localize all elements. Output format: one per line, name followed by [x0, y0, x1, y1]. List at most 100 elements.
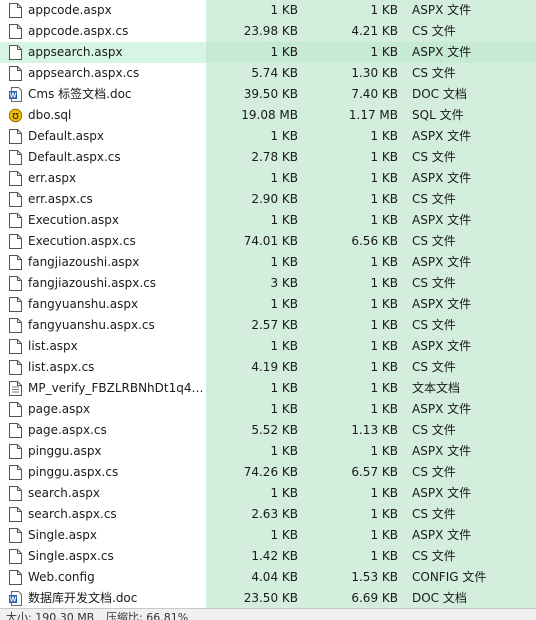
file-name: search.aspx — [28, 486, 100, 500]
packed-size: 1 KB — [370, 171, 398, 185]
packed-size: 1 KB — [370, 213, 398, 227]
file-size: 1 KB — [270, 486, 298, 500]
file-name: appsearch.aspx.cs — [28, 66, 140, 80]
packed-size: 1.30 KB — [351, 66, 398, 80]
file-row[interactable]: Web.config 4.04 KB 1.53 KB CONFIG 文件 — [0, 567, 536, 588]
name-cell: MP_verify_FBZLRBNhDt1q4Li... — [0, 378, 206, 399]
file-row[interactable]: search.aspx 1 KB 1 KB ASPX 文件 — [0, 483, 536, 504]
file-row[interactable]: MP_verify_FBZLRBNhDt1q4Li... 1 KB 1 KB 文本文档 — [0, 378, 536, 399]
file-name: Cms 标签文档.doc — [28, 87, 132, 101]
file-type: SQL 文件 — [412, 108, 464, 122]
file-size: 23.50 KB — [243, 591, 298, 605]
file-type: ASPX 文件 — [412, 528, 472, 542]
packed-size: 1 KB — [370, 507, 398, 521]
file-name: MP_verify_FBZLRBNhDt1q4Li... — [28, 381, 204, 395]
file-icon — [9, 465, 22, 480]
file-icon — [9, 570, 22, 585]
file-icon — [9, 360, 22, 375]
packed-size: 1 KB — [370, 360, 398, 374]
packed-size: 1 KB — [370, 276, 398, 290]
file-name: Default.aspx — [28, 129, 104, 143]
file-size: 2.90 KB — [251, 192, 298, 206]
file-size: 2.57 KB — [251, 318, 298, 332]
file-list: appcode.aspx 1 KB 1 KB ASPX 文件 appcode.aspx.… — [0, 0, 536, 609]
file-type: ASPX 文件 — [412, 129, 472, 143]
file-type: ASPX 文件 — [412, 45, 472, 59]
file-row[interactable]: pinggu.aspx 1 KB 1 KB ASPX 文件 — [0, 441, 536, 462]
file-size: 3 KB — [270, 276, 298, 290]
packed-size: 1 KB — [370, 255, 398, 269]
file-row[interactable]: fangjiazoushi.aspx 1 KB 1 KB ASPX 文件 — [0, 252, 536, 273]
file-type: ASPX 文件 — [412, 3, 472, 17]
file-size: 1 KB — [270, 339, 298, 353]
packed-size: 1 KB — [370, 549, 398, 563]
file-row[interactable]: page.aspx.cs 5.52 KB 1.13 KB CS 文件 — [0, 420, 536, 441]
name-cell: appsearch.aspx — [0, 42, 206, 63]
file-row[interactable]: Ʊdbo.sql 19.08 MB 1.17 MB SQL 文件 — [0, 105, 536, 126]
packed-size: 1 KB — [370, 318, 398, 332]
name-cell: err.aspx.cs — [0, 189, 206, 210]
packed-size: 1 KB — [370, 297, 398, 311]
file-type: DOC 文档 — [412, 591, 467, 605]
packed-size: 1 KB — [370, 339, 398, 353]
file-size: 4.04 KB — [251, 570, 298, 584]
file-row[interactable]: appsearch.aspx 1 KB 1 KB ASPX 文件 — [0, 42, 536, 63]
name-cell: Ʊdbo.sql — [0, 105, 206, 126]
file-row[interactable]: pinggu.aspx.cs 74.26 KB 6.57 KB CS 文件 — [0, 462, 536, 483]
file-name: appcode.aspx.cs — [28, 24, 129, 38]
file-row[interactable]: appsearch.aspx.cs 5.74 KB 1.30 KB CS 文件 — [0, 63, 536, 84]
file-row[interactable]: Default.aspx.cs 2.78 KB 1 KB CS 文件 — [0, 147, 536, 168]
file-row[interactable]: fangyuanshu.aspx.cs 2.57 KB 1 KB CS 文件 — [0, 315, 536, 336]
file-size: 1 KB — [270, 3, 298, 17]
name-cell: fangyuanshu.aspx — [0, 294, 206, 315]
file-size: 4.19 KB — [251, 360, 298, 374]
file-name: pinggu.aspx — [28, 444, 102, 458]
name-cell: pinggu.aspx — [0, 441, 206, 462]
file-row[interactable]: Default.aspx 1 KB 1 KB ASPX 文件 — [0, 126, 536, 147]
file-size: 2.63 KB — [251, 507, 298, 521]
file-name: pinggu.aspx.cs — [28, 465, 119, 479]
file-row[interactable]: fangjiazoushi.aspx.cs 3 KB 1 KB CS 文件 — [0, 273, 536, 294]
file-icon — [9, 444, 22, 459]
file-size: 1 KB — [270, 255, 298, 269]
file-type: CONFIG 文件 — [412, 570, 487, 584]
packed-size: 1 KB — [370, 150, 398, 164]
file-type: CS 文件 — [412, 360, 456, 374]
packed-size: 1 KB — [370, 486, 398, 500]
file-icon — [9, 297, 22, 312]
file-row[interactable]: list.aspx 1 KB 1 KB ASPX 文件 — [0, 336, 536, 357]
name-cell: Web.config — [0, 567, 206, 588]
file-row[interactable]: err.aspx.cs 2.90 KB 1 KB CS 文件 — [0, 189, 536, 210]
name-cell: fangyuanshu.aspx.cs — [0, 315, 206, 336]
doc-icon: W — [9, 87, 22, 102]
file-row[interactable]: list.aspx.cs 4.19 KB 1 KB CS 文件 — [0, 357, 536, 378]
file-row[interactable]: search.aspx.cs 2.63 KB 1 KB CS 文件 — [0, 504, 536, 525]
file-row[interactable]: Single.aspx 1 KB 1 KB ASPX 文件 — [0, 525, 536, 546]
file-size: 1 KB — [270, 528, 298, 542]
file-icon — [9, 150, 22, 165]
file-name: err.aspx.cs — [28, 192, 93, 206]
file-icon — [9, 549, 22, 564]
file-row[interactable]: err.aspx 1 KB 1 KB ASPX 文件 — [0, 168, 536, 189]
file-icon — [9, 213, 22, 228]
file-name: Web.config — [28, 570, 95, 584]
file-row[interactable]: W Cms 标签文档.doc 39.50 KB 7.40 KB DOC 文档 — [0, 84, 536, 105]
name-cell: appcode.aspx — [0, 0, 206, 21]
file-row[interactable]: W 数据库开发文档.doc 23.50 KB 6.69 KB DOC 文档 — [0, 588, 536, 609]
file-row[interactable]: Single.aspx.cs 1.42 KB 1 KB CS 文件 — [0, 546, 536, 567]
file-row[interactable]: fangyuanshu.aspx 1 KB 1 KB ASPX 文件 — [0, 294, 536, 315]
packed-size: 1 KB — [370, 3, 398, 17]
file-row[interactable]: appcode.aspx 1 KB 1 KB ASPX 文件 — [0, 0, 536, 21]
file-name: Single.aspx — [28, 528, 98, 542]
file-row[interactable]: page.aspx 1 KB 1 KB ASPX 文件 — [0, 399, 536, 420]
packed-size: 6.57 KB — [351, 465, 398, 479]
file-name: fangjiazoushi.aspx — [28, 255, 140, 269]
packed-size: 6.69 KB — [351, 591, 398, 605]
file-size: 2.78 KB — [251, 150, 298, 164]
file-row[interactable]: Execution.aspx.cs 74.01 KB 6.56 KB CS 文件 — [0, 231, 536, 252]
file-row[interactable]: Execution.aspx 1 KB 1 KB ASPX 文件 — [0, 210, 536, 231]
file-type: ASPX 文件 — [412, 486, 472, 500]
file-name: fangyuanshu.aspx.cs — [28, 318, 155, 332]
file-row[interactable]: appcode.aspx.cs 23.98 KB 4.21 KB CS 文件 — [0, 21, 536, 42]
packed-size: 1.53 KB — [351, 570, 398, 584]
